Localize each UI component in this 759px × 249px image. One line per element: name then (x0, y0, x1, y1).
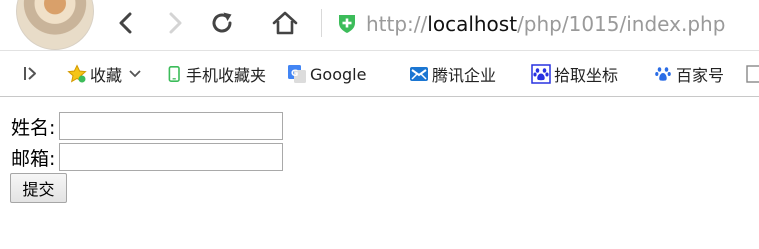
sidebar-toggle-icon[interactable] (22, 65, 38, 82)
bookmark-label: 手机收藏夹 (186, 66, 267, 85)
navigation-bar: http://localhost/php/1015/index.php (0, 0, 759, 50)
bookmark-tencent-enterprise[interactable]: 腾讯企业 (409, 61, 496, 87)
bookmark-label: Google (310, 64, 367, 84)
bookmark-pick-coordinates[interactable]: 拾取坐标 (531, 61, 618, 87)
name-label: 姓名: (11, 116, 56, 139)
forward-button[interactable] (160, 8, 190, 38)
bookmark-label: 收藏 (90, 66, 123, 85)
name-input[interactable] (59, 112, 284, 140)
name-row: 姓名: (11, 111, 284, 141)
secure-shield-icon[interactable] (337, 13, 357, 34)
url-scheme: http:// (366, 12, 428, 36)
bookmarks-bar: 收藏 手机收藏夹 G Google 腾讯企业 拾取坐标 百家号 (0, 51, 759, 96)
google-translate-icon: G (288, 65, 306, 83)
bookmark-label: 百家号 (676, 66, 725, 85)
chevron-down-icon (129, 70, 141, 78)
back-button[interactable] (111, 8, 141, 38)
baidu-paw-icon (531, 64, 551, 84)
bookmark-google[interactable]: G Google (287, 61, 366, 87)
phone-icon (168, 66, 180, 82)
bookmark-favorites[interactable]: 收藏 (67, 61, 142, 87)
page-content: 姓名: 邮箱: 提交 (0, 97, 759, 249)
email-label: 邮箱: (11, 147, 56, 170)
baijiahao-icon (655, 67, 671, 81)
tencent-mail-icon (410, 67, 428, 81)
submit-button[interactable]: 提交 (10, 173, 67, 203)
address-divider (321, 9, 322, 37)
home-button[interactable] (270, 8, 300, 38)
back-arrow-icon (119, 12, 132, 34)
bookmark-mobile-favorites[interactable]: 手机收藏夹 (167, 61, 266, 87)
url-host: localhost (427, 12, 518, 36)
bookmark-label: 腾讯企业 (432, 66, 497, 85)
browser-chrome: http://localhost/php/1015/index.php 收藏 手… (0, 0, 759, 97)
reload-button[interactable] (207, 8, 237, 38)
bookmark-baijiahao[interactable]: 百家号 (653, 61, 724, 87)
bookmark-overflow-icon[interactable] (746, 65, 759, 83)
home-icon (272, 11, 298, 35)
svg-text:G: G (291, 69, 298, 79)
reload-icon (212, 12, 232, 33)
email-input[interactable] (59, 143, 284, 171)
star-icon (67, 64, 87, 83)
address-bar-url[interactable]: http://localhost/php/1015/index.php (366, 11, 725, 37)
bookmark-label: 拾取坐标 (554, 66, 619, 85)
email-row: 邮箱: (11, 142, 284, 172)
url-path: /php/1015/index.php (517, 12, 726, 36)
profile-avatar[interactable] (16, 0, 94, 50)
forward-arrow-icon (169, 12, 182, 34)
